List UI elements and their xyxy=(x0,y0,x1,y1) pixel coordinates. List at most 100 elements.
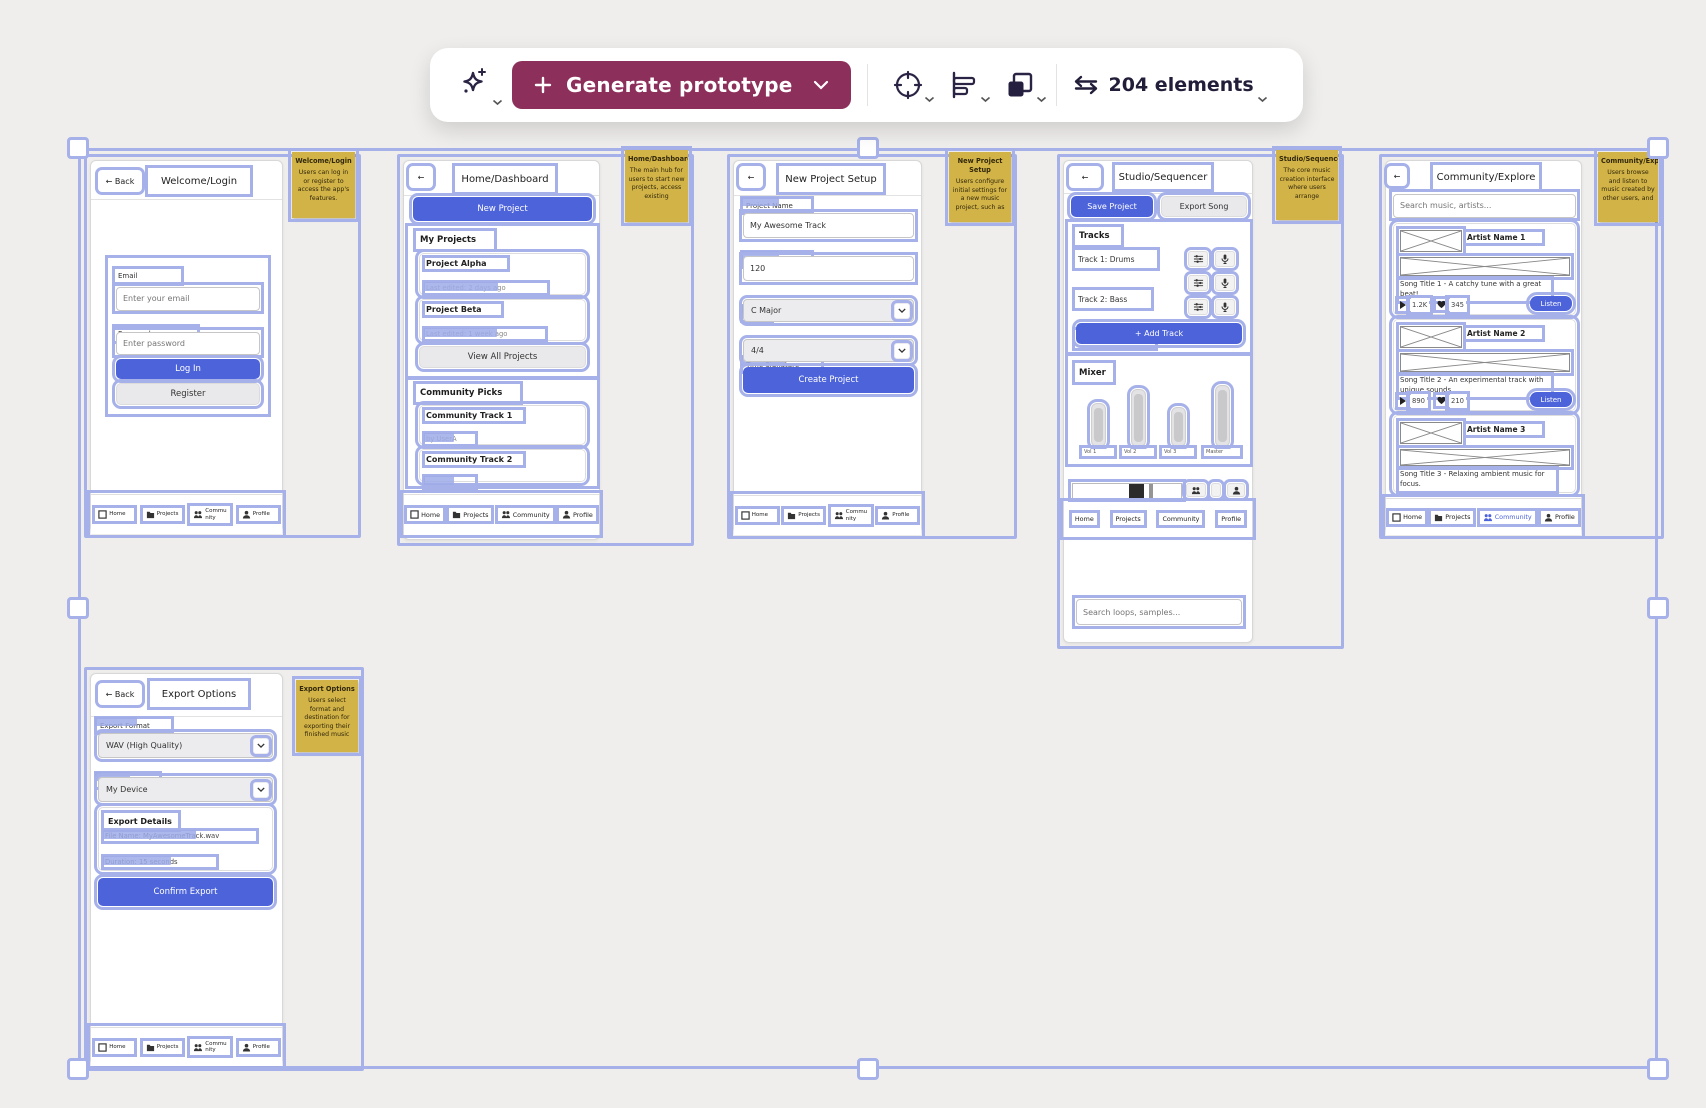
nav-item-community[interactable]: Community xyxy=(832,508,870,523)
sliders-icon[interactable] xyxy=(1188,275,1208,291)
destination-select[interactable]: My Device xyxy=(98,777,273,802)
generate-prototype-button[interactable]: Generate prototype xyxy=(512,61,851,109)
play-icon[interactable] xyxy=(1399,396,1407,406)
export-song-button[interactable]: Export Song xyxy=(1161,196,1247,217)
design-canvas[interactable]: ← Back Welcome/Login Email Password Log … xyxy=(0,0,1706,1108)
nav-item-home[interactable]: Home xyxy=(96,1042,133,1053)
back-button[interactable]: ← Back xyxy=(99,171,141,191)
listen-button[interactable]: Listen xyxy=(1530,296,1572,311)
project-card[interactable]: Project Beta Last edited: 1 week ago xyxy=(419,299,586,341)
nav-item-projects[interactable]: Projects xyxy=(1114,514,1143,524)
loops-search-input[interactable] xyxy=(1076,599,1242,625)
screen-dashboard[interactable]: ← Home/Dashboard New Project My Projects… xyxy=(403,160,600,540)
back-button[interactable]: ← xyxy=(740,167,762,187)
nav-item-projects[interactable]: Projects xyxy=(1432,512,1472,523)
project-name-input[interactable] xyxy=(743,213,914,238)
create-project-button[interactable]: Create Project xyxy=(743,367,914,393)
nav-item-home[interactable]: Home xyxy=(1390,512,1424,523)
export-format-select[interactable]: WAV (High Quality) xyxy=(98,733,273,758)
nav-item-community[interactable]: Community xyxy=(191,507,229,522)
mic-icon[interactable] xyxy=(1215,299,1235,315)
music-search-input[interactable] xyxy=(1393,194,1576,218)
nav-item-home[interactable]: Home xyxy=(739,510,776,521)
volume-slider[interactable] xyxy=(1091,403,1106,447)
register-button[interactable]: Register xyxy=(116,383,260,405)
align-tool[interactable] xyxy=(944,67,984,103)
nav-item-projects[interactable]: Projects xyxy=(144,1042,181,1053)
tempo-input[interactable] xyxy=(743,256,914,281)
screen-new-project[interactable]: ← New Project Setup Project Name Tempo (… xyxy=(733,160,922,533)
timeline-strip[interactable] xyxy=(1072,483,1182,499)
nav-item-home[interactable]: Home xyxy=(408,509,442,520)
selection-handle-top-left[interactable] xyxy=(67,137,89,159)
nav-item-projects[interactable]: Projects xyxy=(450,509,490,520)
project-card[interactable]: Project Alpha Last edited: 2 days ago xyxy=(419,253,586,295)
screen-studio[interactable]: ← Studio/Sequencer Save Project Export S… xyxy=(1063,160,1253,643)
back-button[interactable]: ← xyxy=(1070,167,1100,187)
nav-item-profile[interactable]: Profile xyxy=(240,1042,277,1053)
heart-icon[interactable] xyxy=(1437,396,1446,405)
email-input[interactable] xyxy=(116,287,260,311)
volume-slider[interactable] xyxy=(1131,389,1146,447)
community-song-card[interactable]: Artist Name 2 Song Title 2 - An experime… xyxy=(1393,319,1576,411)
nav-item-profile[interactable]: Profile xyxy=(1219,514,1243,524)
selection-handle-mid-right[interactable] xyxy=(1647,597,1669,619)
confirm-export-button[interactable]: Confirm Export xyxy=(98,878,273,906)
save-project-button[interactable]: Save Project xyxy=(1071,196,1153,217)
mic-icon[interactable] xyxy=(1215,251,1235,267)
nav-item-community[interactable]: Community xyxy=(1160,514,1201,524)
screen-community[interactable]: ← Community/Explore Artist Name 1 Song T… xyxy=(1385,160,1582,533)
sticky-note-community[interactable]: Community/ExploreUsers browse and listen… xyxy=(1598,152,1658,222)
nav-item-community[interactable]: Community xyxy=(191,1040,229,1055)
ai-tools-group[interactable] xyxy=(454,64,496,106)
nav-item-community[interactable]: Community xyxy=(1481,512,1534,523)
listen-button[interactable]: Listen xyxy=(1530,392,1572,407)
volume-slider[interactable] xyxy=(1171,407,1186,447)
community-track-card[interactable]: Community Track 1 by UserA xyxy=(419,405,586,445)
nav-item-profile[interactable]: Profile xyxy=(560,509,595,520)
nav-item-projects[interactable]: Projects xyxy=(785,510,822,521)
sticky-note-dashboard[interactable]: Home/DashboardThe main hub for users to … xyxy=(625,150,688,222)
add-track-button[interactable]: + Add Track xyxy=(1076,323,1242,344)
sticky-note-studio[interactable]: Studio/SequencerThe core music creation … xyxy=(1276,150,1338,220)
selection-handle-top-center[interactable] xyxy=(857,137,879,159)
nav-item-profile[interactable]: Profile xyxy=(879,510,916,521)
sliders-icon[interactable] xyxy=(1188,251,1208,267)
selection-handle-bottom-left[interactable] xyxy=(67,1058,89,1080)
login-button[interactable]: Log In xyxy=(116,359,260,379)
selection-handle-bottom-center[interactable] xyxy=(857,1058,879,1080)
back-button[interactable]: ← Back xyxy=(99,684,141,704)
heart-icon[interactable] xyxy=(1437,300,1446,309)
back-button[interactable]: ← xyxy=(410,167,432,187)
new-project-button[interactable]: New Project xyxy=(413,197,592,221)
nav-item-profile[interactable]: Profile xyxy=(1542,512,1577,523)
time-signature-select[interactable]: 4/4 xyxy=(743,339,914,362)
play-icon[interactable] xyxy=(1399,300,1407,310)
back-button[interactable]: ← xyxy=(1388,167,1406,185)
screen-login[interactable]: ← Back Welcome/Login Email Password Log … xyxy=(90,160,283,532)
community-track-card[interactable]: Community Track 2 by UserB xyxy=(419,449,586,482)
password-input[interactable] xyxy=(116,332,260,355)
community-song-card[interactable]: Artist Name 3 Song Title 3 - Relaxing am… xyxy=(1393,415,1576,493)
sticky-note-login[interactable]: Welcome/LoginUsers can log in or registe… xyxy=(292,152,355,218)
nav-item-profile[interactable]: Profile xyxy=(240,509,277,520)
sticky-note-export[interactable]: Export OptionsUsers select format and de… xyxy=(296,680,358,752)
selection-handle-mid-left[interactable] xyxy=(67,597,89,619)
layers-tool[interactable] xyxy=(1000,67,1040,103)
community-song-card[interactable]: Artist Name 1 Song Title 1 - A catchy tu… xyxy=(1393,223,1576,315)
elements-count[interactable]: 204 elements xyxy=(1073,73,1264,97)
sticky-note-new-project[interactable]: New Project SetupUsers configure initial… xyxy=(949,152,1011,222)
nav-item-home[interactable]: Home xyxy=(96,509,133,520)
mic-icon[interactable] xyxy=(1215,275,1235,291)
screen-export[interactable]: ← Back Export Options Export Format WAV … xyxy=(90,673,283,1065)
nav-item-home[interactable]: Home xyxy=(1073,514,1096,524)
key-select[interactable]: C Major xyxy=(743,299,914,322)
nav-item-projects[interactable]: Projects xyxy=(144,509,181,520)
sliders-icon[interactable] xyxy=(1188,299,1208,315)
target-tool[interactable] xyxy=(888,67,928,103)
selection-handle-bottom-right[interactable] xyxy=(1647,1058,1669,1080)
selection-handle-top-right[interactable] xyxy=(1647,137,1669,159)
master-slider[interactable] xyxy=(1215,385,1230,447)
nav-item-community[interactable]: Community xyxy=(499,509,552,520)
view-all-projects-button[interactable]: View All Projects xyxy=(419,346,586,368)
